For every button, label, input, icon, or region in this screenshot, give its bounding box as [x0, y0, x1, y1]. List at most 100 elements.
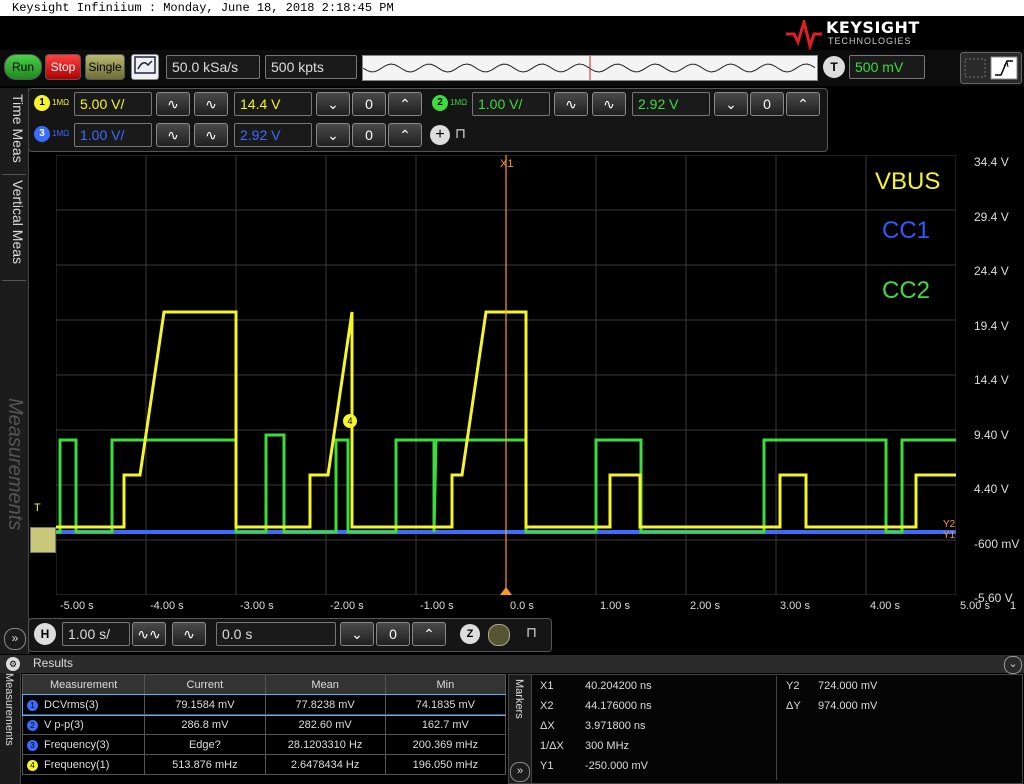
ch2-offset-field[interactable]: 2.92 V	[632, 92, 710, 116]
grip-icon[interactable]	[488, 624, 510, 646]
ch1-coupling-ac-button[interactable]: ∿	[156, 92, 190, 116]
double-chevron-right-icon: »	[516, 765, 524, 777]
ch2-impedance: 1MΩ	[450, 98, 468, 107]
ch1-offset-field[interactable]: 14.4 V	[234, 92, 312, 116]
markers-expand-button[interactable]: »	[510, 762, 530, 782]
waveform-plot[interactable]	[56, 155, 956, 595]
waveform-overview[interactable]	[362, 55, 818, 81]
ch3-coupling-dc-button[interactable]: ∿	[194, 123, 228, 147]
marker-dy-label: ΔY	[786, 700, 801, 712]
window-title: Keysight Infiniium : Monday, June 18, 20…	[0, 0, 1024, 16]
col-header[interactable]: Mean	[264, 674, 386, 695]
timebase-scale-field[interactable]: 1.00 s/	[62, 622, 130, 646]
trigger-position-marker[interactable]	[500, 587, 512, 595]
x-tick-label: 2.00 s	[690, 600, 720, 612]
trigger-level-field[interactable]: 500 mV	[849, 55, 925, 79]
table-row[interactable]: 3 Frequency(3) Edge? 28.1203310 Hz 200.369 m…	[22, 734, 506, 755]
ground-marker[interactable]	[30, 527, 56, 553]
table-row[interactable]: 4 Frequency(1) 513.876 mHz 2.6478434 Hz 196.…	[22, 754, 506, 775]
zoom-button[interactable]: Z	[460, 624, 480, 644]
single-button[interactable]: Single	[85, 54, 125, 80]
zoom-wave-button[interactable]: ∿∿	[132, 622, 166, 646]
measurement-current-cell: 286.8 mV	[144, 714, 266, 735]
collapse-results-button[interactable]: ⌄	[1004, 656, 1022, 674]
measurement-name: Frequency(3)	[44, 738, 110, 751]
ch2-coupling-ac-button[interactable]: ∿	[554, 92, 588, 116]
measurement-index-icon: 3	[27, 739, 38, 751]
chevron-up-icon: ⌃	[399, 96, 411, 112]
wave-display-button[interactable]: ∿	[172, 622, 206, 646]
run-button[interactable]: Run	[4, 54, 42, 80]
measurements-side-label: Measurements	[3, 673, 15, 746]
ch3-offset-down-button[interactable]: ⌄	[316, 123, 350, 147]
ch3-scale-field[interactable]: 1.00 V/	[74, 123, 152, 147]
trigger-mode-button[interactable]	[960, 52, 1022, 84]
ch1-scale-field[interactable]: 5.00 V/	[74, 92, 152, 116]
marker-y2-value: 724.000 mV	[818, 680, 878, 692]
position-zero-button[interactable]: 0	[376, 622, 410, 646]
measurement-name-cell: 4 Frequency(1)	[22, 754, 146, 775]
ch1-offset-zero-button[interactable]: 0	[352, 92, 386, 116]
autoscale-icon	[134, 56, 156, 74]
stop-button[interactable]: Stop	[45, 54, 81, 80]
ch2-offset-down-button[interactable]: ⌄	[714, 92, 748, 116]
pin-icon[interactable]: ⊓	[455, 125, 466, 142]
ch1-number[interactable]: 1	[34, 95, 50, 111]
horizontal-position-field[interactable]: 0.0 s	[216, 622, 336, 646]
table-row[interactable]: 2 V p-p(3) 286.8 mV 282.60 mV 162.7 mV	[22, 714, 506, 735]
timebase-index: 1	[1010, 600, 1017, 612]
marker-inv-dx-label: 1/ΔX	[540, 740, 564, 752]
marker-y1-label: Y1	[943, 530, 956, 541]
ch1-coupling-dc-button[interactable]: ∿	[194, 92, 228, 116]
marker-x1-label: X1	[540, 680, 554, 692]
measurement-mean-cell: 28.1203310 Hz	[264, 734, 386, 755]
cursor-x1-label[interactable]: X1	[500, 158, 513, 170]
ch2-number[interactable]: 2	[432, 95, 448, 111]
sample-rate-field[interactable]: 50.0 kSa/s	[166, 55, 260, 79]
horizontal-label: H	[34, 623, 56, 645]
measurement-name-cell: 3 Frequency(3)	[22, 734, 146, 755]
autoscale-button[interactable]	[131, 54, 159, 80]
table-row[interactable]: 1 DCVrms(3) 79.1584 mV 77.8238 mV 74.1835 mV	[22, 693, 506, 716]
dc-wave-icon: ∿	[205, 127, 217, 143]
marker-y2-label: Y2	[943, 519, 956, 530]
measurement-name: V p-p(3)	[44, 718, 84, 731]
ch1-offset-down-button[interactable]: ⌄	[316, 92, 350, 116]
trigger-marker[interactable]: T	[34, 502, 41, 514]
y-tick-label: 34.4 V	[974, 155, 1009, 169]
chevron-down-icon: ⌄	[327, 96, 339, 112]
ch3-number[interactable]: 3	[34, 126, 50, 142]
tab-measurements[interactable]: Measurements	[2, 398, 26, 578]
ch2-scale-field[interactable]: 1.00 V/	[472, 92, 550, 116]
ch2-coupling-dc-button[interactable]: ∿	[592, 92, 626, 116]
marker-inv-dx-value: 300 MHz	[585, 740, 630, 752]
measurement-current-cell: Edge?	[144, 734, 266, 755]
wave-icon: ∿∿	[137, 626, 161, 642]
position-up-button[interactable]: ⌃	[412, 622, 446, 646]
col-header[interactable]: Current	[144, 674, 266, 695]
expand-sidebar-button[interactable]: »	[4, 628, 26, 650]
add-channel-button[interactable]: +	[430, 125, 450, 145]
ch3-offset-zero-button[interactable]: 0	[352, 123, 386, 147]
chevron-up-icon: ⌃	[797, 96, 809, 112]
ch1-offset-up-button[interactable]: ⌃	[388, 92, 422, 116]
ch3-offset-up-button[interactable]: ⌃	[388, 123, 422, 147]
measurements-table-wrap: Measurement Current Mean Min 1 DCVrms(3) 7…	[22, 674, 506, 782]
position-down-button[interactable]: ⌄	[340, 622, 374, 646]
tab-time-meas[interactable]: Time Meas	[2, 94, 26, 175]
marker-dx-label: ΔX	[540, 720, 555, 732]
measurement-min-cell: 196.050 mHz	[384, 754, 506, 775]
measurements-side-tab[interactable]: Measurements	[0, 673, 21, 784]
ch2-offset-zero-button[interactable]: 0	[750, 92, 784, 116]
legend-cc2: CC2	[882, 277, 931, 304]
memory-depth-field[interactable]: 500 kpts	[265, 55, 357, 79]
ch2-offset-up-button[interactable]: ⌃	[786, 92, 820, 116]
tab-vertical-meas[interactable]: Vertical Meas	[2, 180, 26, 281]
col-header[interactable]: Min	[384, 674, 506, 695]
measurement-current-cell: 513.876 mHz	[144, 754, 266, 775]
ch3-offset-field[interactable]: 2.92 V	[234, 123, 312, 147]
gear-icon[interactable]: ⚙	[6, 657, 20, 671]
ch3-coupling-ac-button[interactable]: ∿	[156, 123, 190, 147]
pin-icon[interactable]: ⊓	[526, 624, 537, 641]
col-header[interactable]: Measurement	[22, 674, 146, 695]
